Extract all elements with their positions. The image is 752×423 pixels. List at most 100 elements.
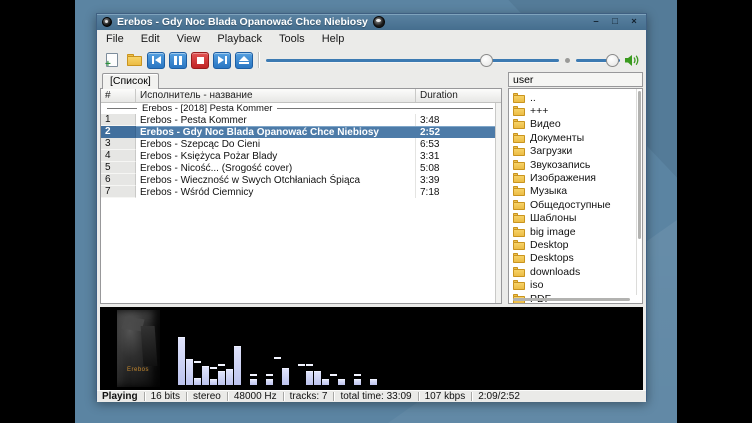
folder-label: downloads (530, 266, 580, 278)
folder-icon (513, 106, 525, 116)
folder-label: Звукозапись (530, 159, 590, 171)
track-number: 2 (101, 126, 136, 138)
menu-file[interactable]: File (106, 33, 124, 45)
spectrum-slot (226, 313, 233, 385)
playlist-row[interactable]: 5Erebos - Nicość... (Srogość cover)5:08 (101, 162, 501, 174)
open-folder-button[interactable] (125, 52, 143, 69)
status-item: Playing (102, 391, 138, 402)
spectrum-slot (210, 313, 217, 385)
menu-edit[interactable]: Edit (141, 33, 160, 45)
spectrum-bar (186, 359, 193, 385)
status-separator (227, 392, 228, 401)
track-title: Erebos - Wieczność w Swych Otchłaniach Ś… (136, 174, 416, 186)
playlist-row[interactable]: 7Erebos - Wśród Ciemnicy7:18 (101, 186, 501, 198)
stop-button[interactable] (191, 52, 209, 69)
menu-playback[interactable]: Playback (217, 33, 262, 45)
playlist-row[interactable]: 3Erebos - Szepcąc Do Cieni6:53 (101, 138, 501, 150)
folder-item[interactable]: big image (509, 225, 642, 238)
spectrum-slot (178, 313, 185, 385)
next-icon (218, 56, 227, 64)
folder-item[interactable]: Desktop (509, 238, 642, 251)
spectrum-slot (394, 313, 401, 385)
spectrum-slot (194, 313, 201, 385)
menu-tools[interactable]: Tools (279, 33, 305, 45)
folder-label: big image (530, 226, 576, 238)
seek-thumb[interactable] (480, 54, 493, 67)
pause-button[interactable] (169, 52, 187, 69)
open-folder-icon (127, 54, 142, 66)
playlist-row[interactable]: 1Erebos - Pesta Kommer3:48 (101, 114, 501, 126)
add-file-button[interactable] (103, 52, 121, 69)
seek-slider[interactable] (264, 52, 561, 69)
file-browser-vscrollbar[interactable] (636, 89, 642, 295)
status-separator (186, 392, 187, 401)
playlist-tab[interactable]: [Список] (102, 73, 159, 89)
volume-slider[interactable] (574, 52, 622, 69)
status-item: 48000 Hz (234, 391, 277, 402)
folder-item[interactable]: Видео (509, 118, 642, 131)
album-art-label: Erebos (127, 367, 149, 373)
track-title: Erebos - Pesta Kommer (136, 114, 416, 126)
folder-item[interactable]: Документы (509, 131, 642, 144)
menu-view[interactable]: View (177, 33, 201, 45)
playlist-tabs: [Список] (100, 72, 502, 89)
spectrum-slot (322, 313, 329, 385)
status-separator (333, 392, 334, 401)
playlist-row[interactable]: 4Erebos - Księżyca Pożar Blady3:31 (101, 150, 501, 162)
folder-item[interactable]: Изображения (509, 171, 642, 184)
next-button[interactable] (213, 52, 231, 69)
pause-icon (174, 56, 182, 65)
window-titlebar[interactable]: Erebos - Gdy Noc Blada Opanować Chce Nie… (97, 14, 646, 30)
folder-item[interactable]: Общедоступные (509, 198, 642, 211)
folder-item[interactable]: iso (509, 278, 642, 291)
player-window: Erebos - Gdy Noc Blada Opanować Chce Nie… (96, 13, 647, 401)
column-header-number[interactable]: # (101, 89, 136, 102)
minimize-button[interactable]: – (589, 15, 603, 29)
volume-thumb[interactable] (606, 54, 619, 67)
toolbar-dot (565, 58, 570, 63)
folder-icon (513, 253, 525, 263)
spectrum-slot (274, 313, 281, 385)
file-browser-root[interactable]: user (508, 72, 643, 87)
playlist-row-selected[interactable]: 2Erebos - Gdy Noc Blada Opanować Chce Ni… (101, 126, 501, 138)
spectrum-peak (194, 361, 201, 363)
track-duration: 3:39 (416, 174, 501, 186)
folder-item[interactable]: Музыка (509, 185, 642, 198)
stop-icon (197, 57, 204, 64)
folder-label: Музыка (530, 185, 567, 197)
group-line (277, 108, 493, 109)
spectrum-bar (314, 371, 321, 385)
eject-button[interactable] (235, 52, 253, 69)
folder-item[interactable]: Шаблоны (509, 212, 642, 225)
playlist-row[interactable]: 6Erebos - Wieczność w Swych Otchłaniach … (101, 174, 501, 186)
playlist-scrollbar[interactable] (495, 103, 501, 303)
folder-item[interactable]: Загрузки (509, 145, 642, 158)
maximize-button[interactable]: □ (608, 15, 622, 29)
menu-help[interactable]: Help (322, 33, 345, 45)
column-header-artist-title[interactable]: Исполнитель - название (136, 89, 416, 102)
previous-button[interactable] (147, 52, 165, 69)
spectrum-slot (282, 313, 289, 385)
spectrum-bar (210, 379, 217, 385)
folder-icon (513, 133, 525, 143)
folder-label: Загрузки (530, 145, 572, 157)
spectrum-peak (218, 364, 225, 366)
spectrum-slot (338, 313, 345, 385)
spectrum-slot (354, 313, 361, 385)
folder-item[interactable]: Звукозапись (509, 158, 642, 171)
folder-item[interactable]: downloads (509, 265, 642, 278)
folder-item[interactable]: Desktops (509, 252, 642, 265)
folder-item[interactable]: .. (509, 91, 642, 104)
column-header-duration[interactable]: Duration (416, 89, 501, 102)
toolbar (97, 48, 646, 72)
track-title: Erebos - Gdy Noc Blada Opanować Chce Nie… (136, 126, 416, 138)
folder-item[interactable]: +++ (509, 104, 642, 117)
folder-icon (513, 227, 525, 237)
scrollbar-thumb[interactable] (638, 91, 641, 239)
playlist-panel: # Исполнитель - название Duration Erebos… (100, 89, 502, 304)
close-button[interactable]: × (627, 15, 641, 29)
spectrum-slot (202, 313, 209, 385)
track-title: Erebos - Wśród Ciemnicy (136, 186, 416, 198)
folder-icon (513, 186, 525, 196)
file-browser-hscrollbar[interactable] (513, 298, 630, 301)
